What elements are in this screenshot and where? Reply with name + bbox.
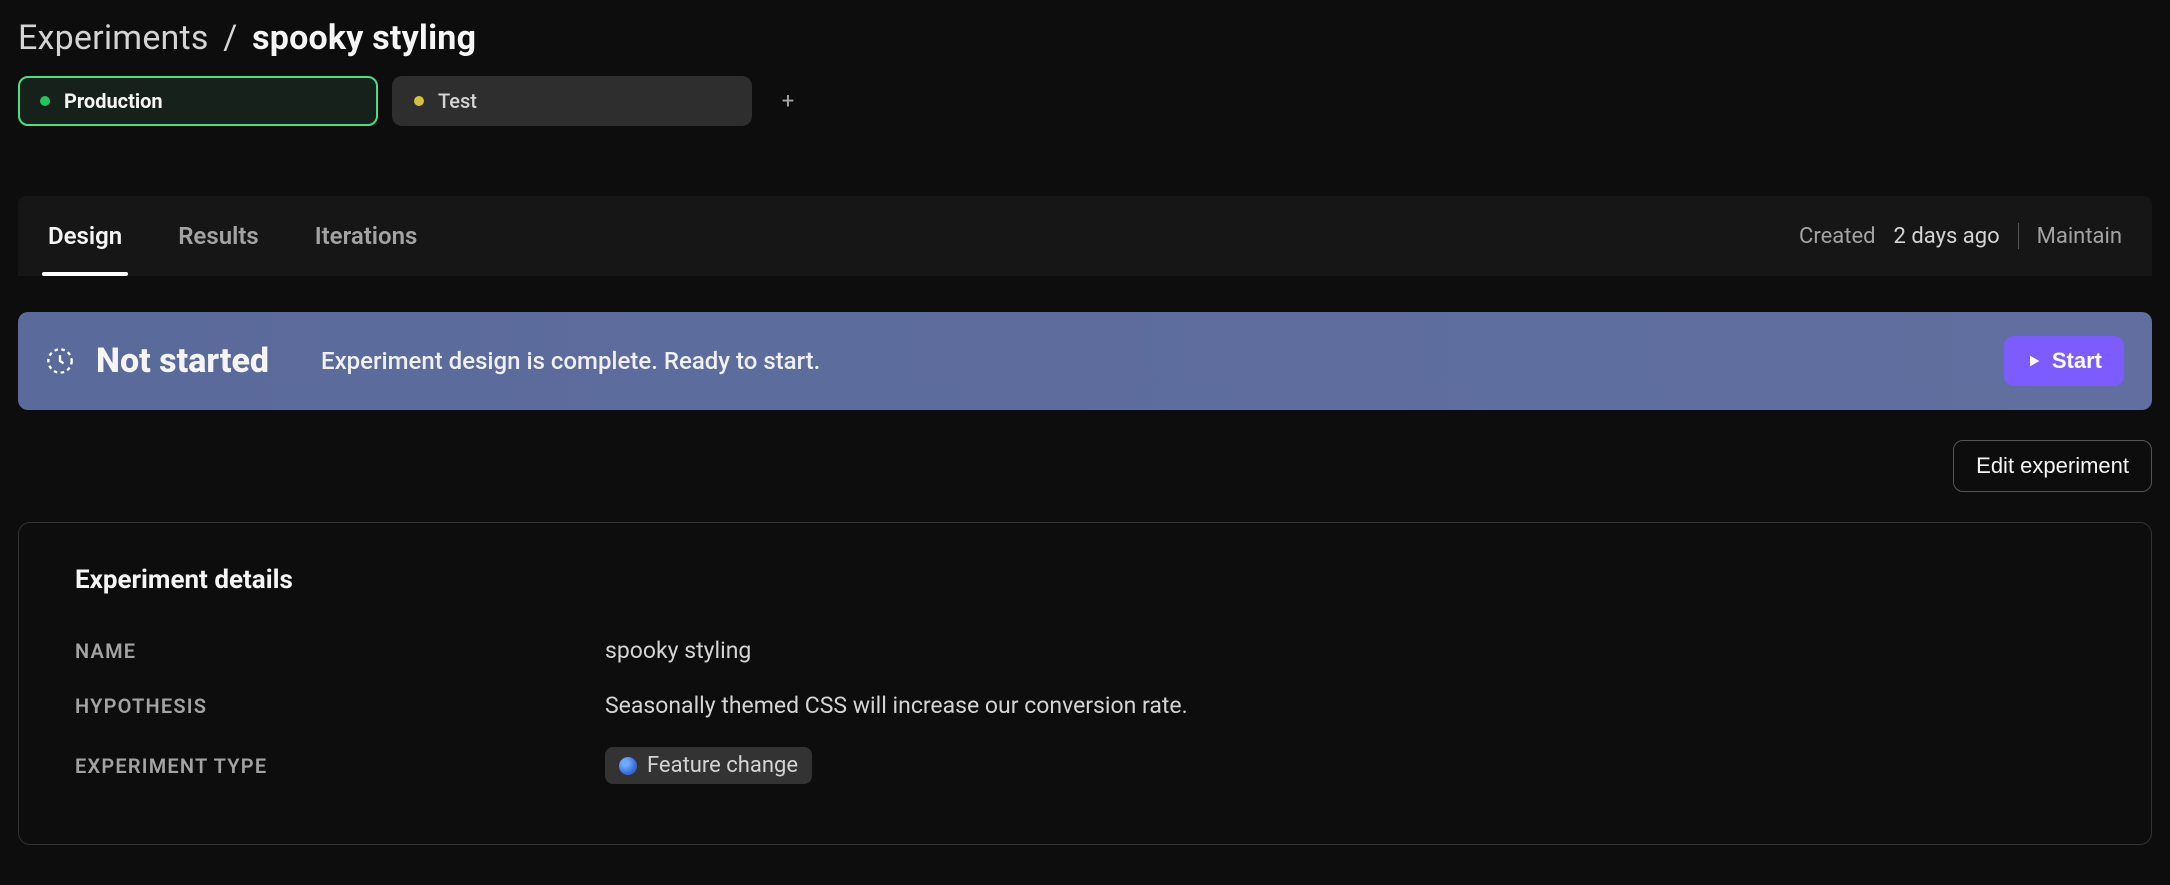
tab-results[interactable]: Results [178,196,259,276]
breadcrumb: Experiments / spooky styling [18,18,2152,58]
status-dot-icon [40,96,50,106]
plus-icon: + [782,89,794,114]
sphere-icon [619,757,637,775]
tab-iterations[interactable]: Iterations [315,196,418,276]
type-chip: Feature change [605,747,812,784]
env-label: Test [438,89,477,113]
env-label: Production [64,89,163,113]
clock-icon [46,347,74,375]
status-subtitle: Experiment design is complete. Ready to … [321,347,820,375]
detail-label: Hypothesis [75,694,605,718]
status-dot-icon [414,96,424,106]
tabs-bar: Design Results Iterations Created 2 days… [18,196,2152,276]
detail-label: Name [75,639,605,663]
edit-experiment-button[interactable]: Edit experiment [1953,440,2152,492]
status-banner: Not started Experiment design is complet… [18,312,2152,410]
detail-row-hypothesis: Hypothesis Seasonally themed CSS will in… [75,678,2095,733]
breadcrumb-separator: / [217,18,243,58]
experiment-details-card: Experiment details Name spooky styling H… [18,522,2152,845]
add-environment-button[interactable]: + [776,89,800,113]
created-label: Created [1799,224,1875,249]
created-value: 2 days ago [1894,224,2000,249]
play-icon [2026,353,2042,369]
detail-value: Seasonally themed CSS will increase our … [605,692,1188,719]
maintainer-label: Maintain [2037,224,2122,249]
detail-value: spooky styling [605,637,751,664]
detail-label: Experiment type [75,754,605,778]
card-heading: Experiment details [75,565,2095,595]
detail-row-type: Experiment type Feature change [75,733,2095,798]
breadcrumb-parent[interactable]: Experiments [18,18,209,58]
detail-row-name: Name spooky styling [75,623,2095,678]
environment-pills: Production Test + [18,76,2152,126]
start-button[interactable]: Start [2004,336,2124,386]
status-title: Not started [96,341,269,381]
env-pill-production[interactable]: Production [18,76,378,126]
tabs-meta: Created 2 days ago Maintain [1799,223,2122,249]
start-button-label: Start [2052,348,2102,374]
breadcrumb-current: spooky styling [252,18,476,58]
env-pill-test[interactable]: Test [392,76,752,126]
type-chip-label: Feature change [647,753,798,778]
tab-design[interactable]: Design [48,196,122,276]
divider [2018,223,2019,249]
